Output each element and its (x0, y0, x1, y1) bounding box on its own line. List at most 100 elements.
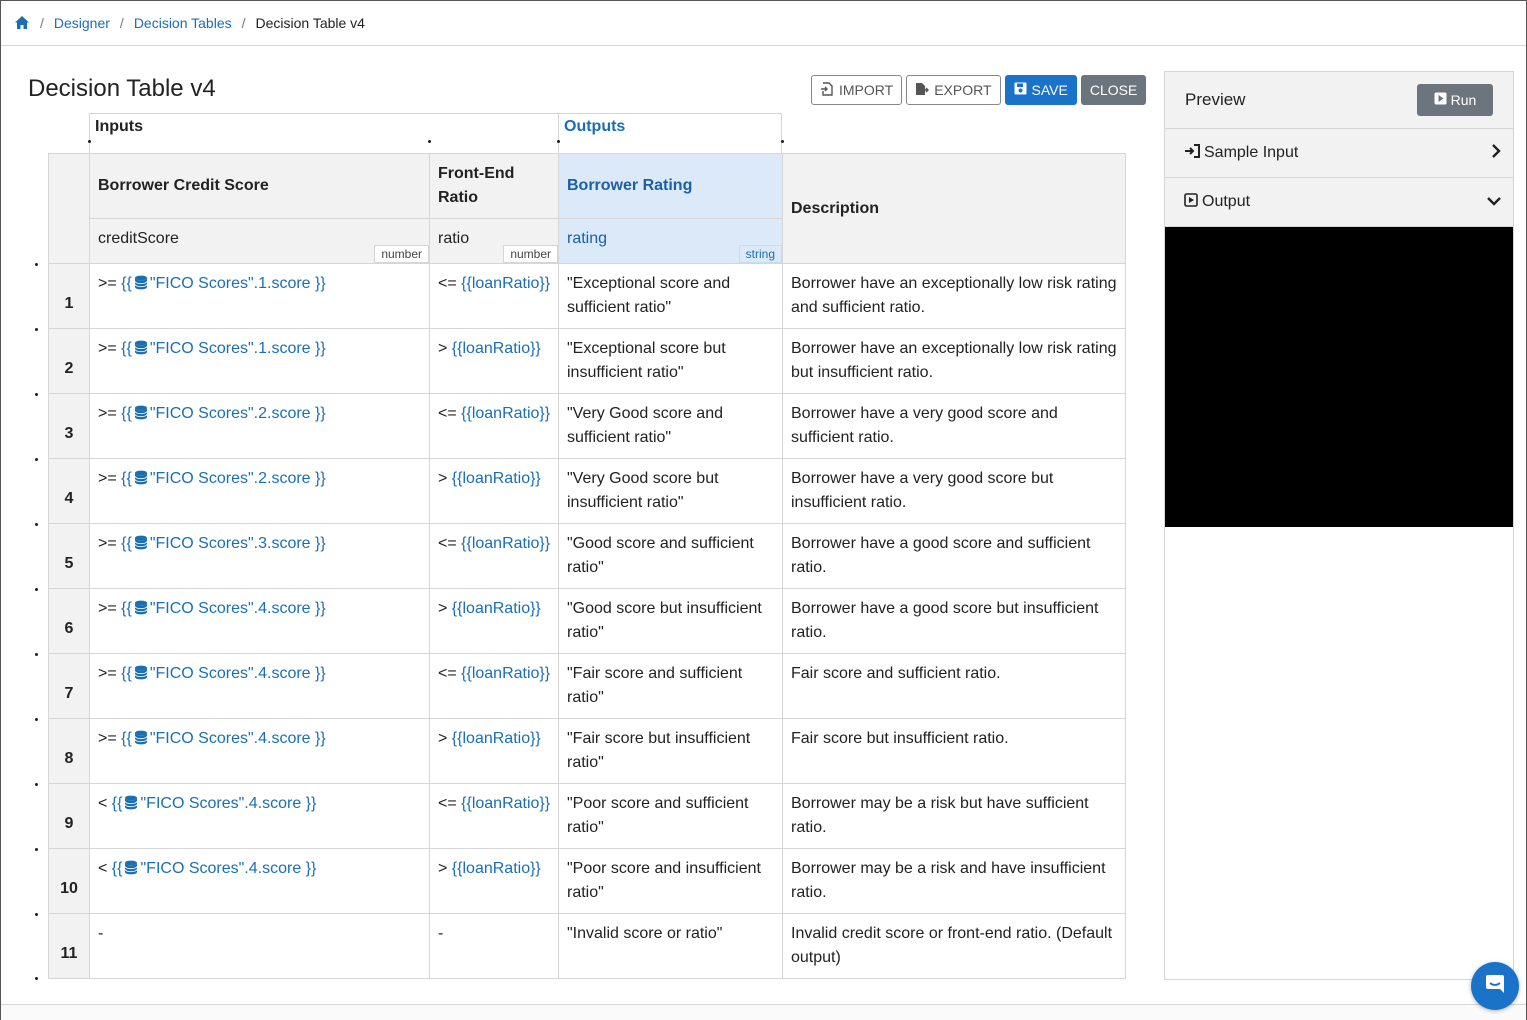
fico-score-reference[interactable]: {{"FICO Scores".4.score }} (121, 665, 326, 682)
cell-borrower-rating[interactable]: "Poor score and insufficient ratio" (558, 848, 783, 914)
table-row[interactable]: 11- - "Invalid score or ratio" Invalid cred… (48, 913, 1126, 979)
cell-description[interactable]: Borrower have an exceptionally low risk … (782, 328, 1126, 394)
row-handle[interactable] (35, 458, 38, 461)
breadcrumb-decision-tables[interactable]: Decision Tables (134, 15, 232, 31)
chat-button[interactable] (1471, 962, 1519, 1010)
cell-credit-score[interactable]: >= {{"FICO Scores".4.score }} (89, 588, 430, 654)
cell-credit-score[interactable]: >= {{"FICO Scores".2.score }} (89, 458, 430, 524)
close-button[interactable]: CLOSE (1080, 75, 1147, 105)
cell-borrower-rating[interactable]: "Fair score and sufficient ratio" (558, 653, 783, 719)
table-row[interactable]: 8 >= {{"FICO Scores".4.score }} > {{loanRa… (48, 718, 1126, 784)
variable-ratio[interactable]: ratio number (429, 218, 559, 264)
variable-credit-score[interactable]: creditScore number (89, 218, 430, 264)
cell-front-end-ratio[interactable]: > {{loanRatio}} (429, 848, 559, 914)
fico-score-reference[interactable]: {{"FICO Scores".2.score }} (121, 470, 326, 487)
cell-description[interactable]: Borrower have a very good score but insu… (782, 458, 1126, 524)
cell-description[interactable]: Borrower have an exceptionally low risk … (782, 263, 1126, 329)
cell-description[interactable]: Borrower have a good score and sufficien… (782, 523, 1126, 589)
cell-front-end-ratio[interactable]: > {{loanRatio}} (429, 718, 559, 784)
table-row[interactable]: 7 >= {{"FICO Scores".4.score }} <= {{loanR… (48, 653, 1126, 719)
table-row[interactable]: 10 < {{"FICO Scores".4.score }} > {{loanRa… (48, 848, 1126, 914)
row-handle[interactable] (35, 653, 38, 656)
cell-credit-score[interactable]: >= {{"FICO Scores".3.score }} (89, 523, 430, 589)
resize-handle[interactable] (557, 140, 560, 143)
cell-borrower-rating[interactable]: "Fair score but insufficient ratio" (558, 718, 783, 784)
cell-description[interactable]: Fair score and sufficient ratio. (782, 653, 1126, 719)
row-handle[interactable] (35, 263, 38, 266)
fico-score-reference[interactable]: {{"FICO Scores".2.score }} (121, 405, 326, 422)
fico-score-reference[interactable]: {{"FICO Scores".3.score }} (121, 535, 326, 552)
cell-credit-score[interactable]: - (89, 913, 430, 979)
cell-description[interactable]: Borrower may be a risk but have sufficie… (782, 783, 1126, 849)
fico-score-reference[interactable]: {{"FICO Scores".4.score }} (121, 600, 326, 617)
variable-rating[interactable]: rating string (558, 218, 783, 264)
loan-ratio-reference[interactable]: {{loanRatio}} (452, 730, 541, 747)
cell-borrower-rating[interactable]: "Exceptional score and sufficient ratio" (558, 263, 783, 329)
loan-ratio-reference[interactable]: {{loanRatio}} (461, 405, 550, 422)
row-handle[interactable] (35, 328, 38, 331)
output-section[interactable]: Output (1165, 178, 1513, 227)
cell-credit-score[interactable]: >= {{"FICO Scores".4.score }} (89, 653, 430, 719)
cell-credit-score[interactable]: >= {{"FICO Scores".1.score }} (89, 328, 430, 394)
table-row[interactable]: 9 < {{"FICO Scores".4.score }} <= {{loanRa… (48, 783, 1126, 849)
fico-score-reference[interactable]: {{"FICO Scores".4.score }} (112, 795, 317, 812)
cell-front-end-ratio[interactable]: > {{loanRatio}} (429, 588, 559, 654)
loan-ratio-reference[interactable]: {{loanRatio}} (452, 470, 541, 487)
cell-description[interactable]: Fair score but insufficient ratio. (782, 718, 1126, 784)
cell-credit-score[interactable]: < {{"FICO Scores".4.score }} (89, 783, 430, 849)
row-handle[interactable] (35, 393, 38, 396)
cell-front-end-ratio[interactable]: <= {{loanRatio}} (429, 523, 559, 589)
loan-ratio-reference[interactable]: {{loanRatio}} (461, 275, 550, 292)
cell-credit-score[interactable]: >= {{"FICO Scores".2.score }} (89, 393, 430, 459)
resize-handle[interactable] (428, 140, 431, 143)
row-handle[interactable] (35, 718, 38, 721)
row-handle[interactable] (35, 523, 38, 526)
run-button[interactable]: Run (1417, 84, 1493, 116)
resize-handle[interactable] (88, 140, 91, 143)
cell-front-end-ratio[interactable]: - (429, 913, 559, 979)
row-handle[interactable] (35, 913, 38, 916)
loan-ratio-reference[interactable]: {{loanRatio}} (461, 795, 550, 812)
cell-borrower-rating[interactable]: "Invalid score or ratio" (558, 913, 783, 979)
column-header-credit-score[interactable]: Borrower Credit Score (89, 153, 430, 219)
cell-description[interactable]: Invalid credit score or front-end ratio.… (782, 913, 1126, 979)
table-row[interactable]: 4 >= {{"FICO Scores".2.score }} > {{loanRa… (48, 458, 1126, 524)
cell-borrower-rating[interactable]: "Good score and sufficient ratio" (558, 523, 783, 589)
loan-ratio-reference[interactable]: {{loanRatio}} (461, 535, 550, 552)
cell-borrower-rating[interactable]: "Very Good score but insufficient ratio" (558, 458, 783, 524)
loan-ratio-reference[interactable]: {{loanRatio}} (452, 340, 541, 357)
cell-description[interactable]: Borrower have a good score but insuffici… (782, 588, 1126, 654)
table-row[interactable]: 3 >= {{"FICO Scores".2.score }} <= {{loanR… (48, 393, 1126, 459)
row-handle[interactable] (35, 848, 38, 851)
home-icon[interactable] (14, 15, 30, 31)
resize-handle[interactable] (781, 140, 784, 143)
table-row[interactable]: 5 >= {{"FICO Scores".3.score }} <= {{loanR… (48, 523, 1126, 589)
table-row[interactable]: 6 >= {{"FICO Scores".4.score }} > {{loanRa… (48, 588, 1126, 654)
cell-front-end-ratio[interactable]: > {{loanRatio}} (429, 458, 559, 524)
fico-score-reference[interactable]: {{"FICO Scores".4.score }} (112, 860, 317, 877)
loan-ratio-reference[interactable]: {{loanRatio}} (452, 600, 541, 617)
cell-borrower-rating[interactable]: "Good score but insufficient ratio" (558, 588, 783, 654)
cell-description[interactable]: Borrower have a very good score and suff… (782, 393, 1126, 459)
table-row[interactable]: 1 >= {{"FICO Scores".1.score }} <= {{loanR… (48, 263, 1126, 329)
row-handle[interactable] (35, 977, 38, 980)
column-header-front-end-ratio[interactable]: Front-End Ratio (429, 153, 559, 219)
cell-description[interactable]: Borrower may be a risk and have insuffic… (782, 848, 1126, 914)
cell-front-end-ratio[interactable]: <= {{loanRatio}} (429, 653, 559, 719)
fico-score-reference[interactable]: {{"FICO Scores".4.score }} (121, 730, 326, 747)
fico-score-reference[interactable]: {{"FICO Scores".1.score }} (121, 340, 326, 357)
cell-front-end-ratio[interactable]: <= {{loanRatio}} (429, 393, 559, 459)
fico-score-reference[interactable]: {{"FICO Scores".1.score }} (121, 275, 326, 292)
cell-credit-score[interactable]: < {{"FICO Scores".4.score }} (89, 848, 430, 914)
cell-borrower-rating[interactable]: "Very Good score and sufficient ratio" (558, 393, 783, 459)
cell-borrower-rating[interactable]: "Poor score and sufficient ratio" (558, 783, 783, 849)
cell-front-end-ratio[interactable]: <= {{loanRatio}} (429, 783, 559, 849)
row-handle[interactable] (35, 588, 38, 591)
save-button[interactable]: SAVE (1004, 75, 1077, 105)
cell-front-end-ratio[interactable]: <= {{loanRatio}} (429, 263, 559, 329)
loan-ratio-reference[interactable]: {{loanRatio}} (452, 860, 541, 877)
cell-borrower-rating[interactable]: "Exceptional score but insufficient rati… (558, 328, 783, 394)
cell-credit-score[interactable]: >= {{"FICO Scores".1.score }} (89, 263, 430, 329)
row-handle[interactable] (35, 783, 38, 786)
import-button[interactable]: IMPORT (811, 75, 903, 105)
